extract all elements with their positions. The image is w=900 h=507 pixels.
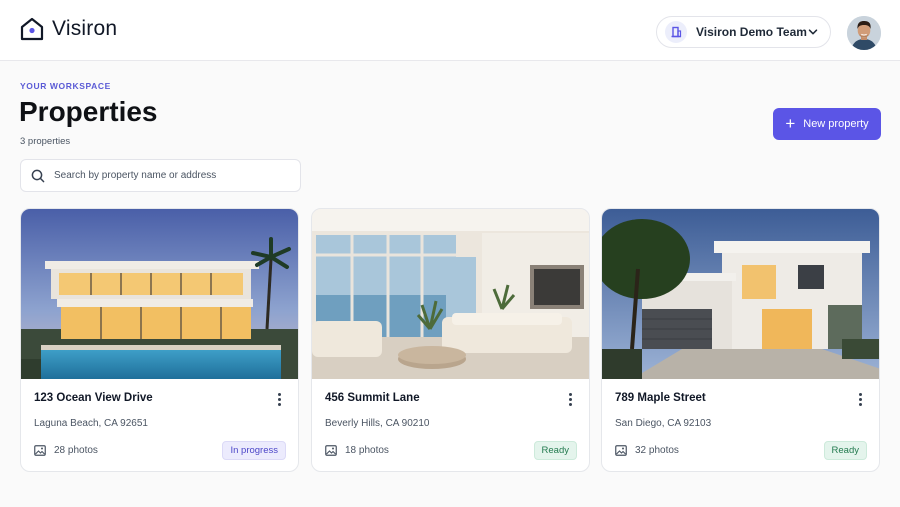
building-icon xyxy=(665,21,687,43)
app-logo[interactable]: Visiron xyxy=(19,16,117,42)
photo-count: 28 photos xyxy=(34,445,98,456)
property-photo xyxy=(21,209,298,379)
new-property-button[interactable]: + New property xyxy=(773,108,881,140)
property-card[interactable]: 123 Ocean View Drive Laguna Beach, CA 92… xyxy=(20,208,299,472)
top-bar: Visiron Visiron Demo Team xyxy=(0,0,900,61)
photo-count-label: 18 photos xyxy=(345,445,389,456)
more-options-icon[interactable] xyxy=(857,393,863,407)
property-title: 123 Ocean View Drive xyxy=(34,392,153,404)
photo-count: 32 photos xyxy=(615,445,679,456)
image-icon xyxy=(615,445,627,456)
new-property-label: New property xyxy=(803,118,869,130)
property-photo xyxy=(312,209,589,379)
more-options-icon[interactable] xyxy=(276,393,282,407)
property-photo xyxy=(602,209,879,379)
app-name: Visiron xyxy=(52,17,118,40)
page-title: Properties xyxy=(19,96,158,127)
property-title: 789 Maple Street xyxy=(615,392,706,404)
team-name: Visiron Demo Team xyxy=(696,25,807,39)
property-title: 456 Summit Lane xyxy=(325,392,420,404)
status-badge: Ready xyxy=(533,441,577,460)
property-address: Laguna Beach, CA 92651 xyxy=(34,418,148,429)
photo-count-label: 32 photos xyxy=(635,445,679,456)
property-count: 3 properties xyxy=(20,136,71,147)
search-box xyxy=(20,159,301,192)
image-icon xyxy=(34,445,46,456)
image-icon xyxy=(325,445,337,456)
plus-icon: + xyxy=(785,113,796,133)
team-switcher[interactable]: Visiron Demo Team xyxy=(656,16,831,48)
property-card[interactable]: 789 Maple Street San Diego, CA 92103 32 … xyxy=(601,208,880,472)
photo-count-label: 28 photos xyxy=(54,445,98,456)
property-address: Beverly Hills, CA 90210 xyxy=(325,418,430,429)
workspace-eyebrow: YOUR WORKSPACE xyxy=(20,81,111,91)
search-input[interactable] xyxy=(54,170,284,181)
chevron-down-icon xyxy=(808,29,818,35)
property-card[interactable]: 456 Summit Lane Beverly Hills, CA 90210 … xyxy=(311,208,590,472)
property-address: San Diego, CA 92103 xyxy=(615,418,712,429)
search-icon xyxy=(31,169,45,182)
user-avatar[interactable] xyxy=(847,16,881,50)
photo-count: 18 photos xyxy=(325,445,389,456)
more-options-icon[interactable] xyxy=(567,393,573,407)
status-badge: Ready xyxy=(823,441,867,460)
status-badge: In progress xyxy=(222,441,286,460)
house-logo-icon xyxy=(20,17,44,41)
